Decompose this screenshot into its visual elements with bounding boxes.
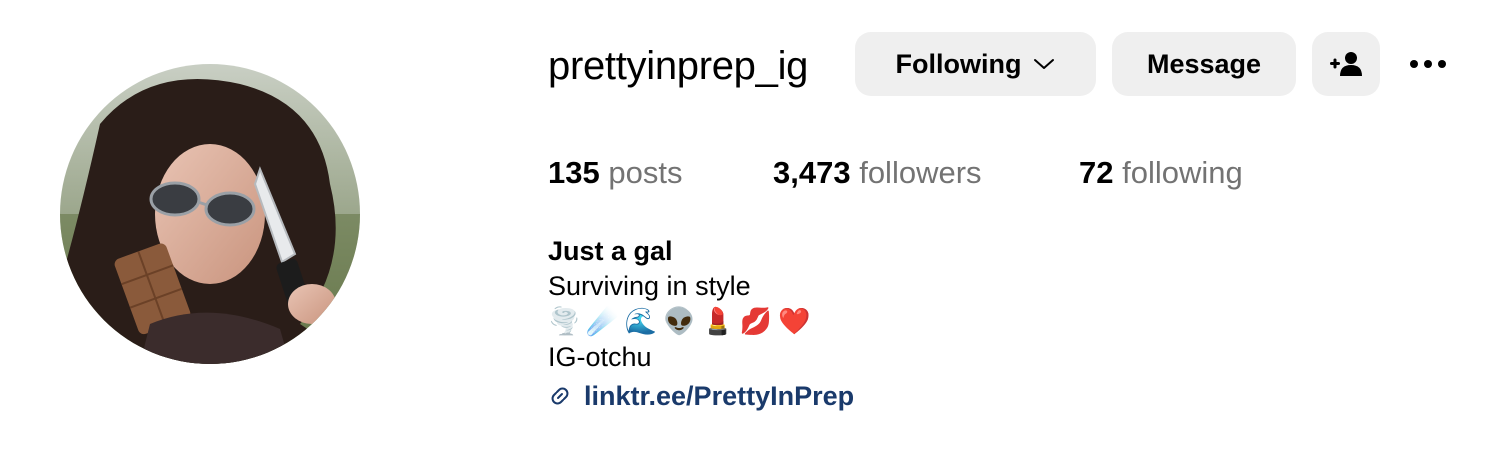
- following-number: 72: [1079, 155, 1114, 190]
- kiss-mark-emoji: 💋: [739, 307, 773, 337]
- comet-emoji: ☄️: [586, 307, 619, 337]
- avatar-image: [60, 64, 360, 364]
- following-button[interactable]: Following: [855, 32, 1096, 96]
- posts-number: 135: [548, 155, 600, 190]
- chevron-down-icon: [1033, 57, 1055, 71]
- bio-name: Just a gal: [548, 236, 673, 266]
- followers-label: followers: [859, 155, 982, 190]
- profile-bio: Just a gal Surviving in style 🌪️ ☄️ 🌊 👽 …: [548, 234, 854, 415]
- more-horizontal-icon: [1410, 60, 1446, 68]
- alien-emoji: 👽: [663, 307, 696, 337]
- person-add-icon: [1329, 51, 1363, 77]
- suggested-accounts-button[interactable]: [1312, 32, 1380, 96]
- followers-link[interactable]: 3,473 followers: [773, 152, 982, 194]
- following-button-label: Following: [895, 48, 1022, 79]
- following-label: following: [1122, 155, 1243, 190]
- bio-line-1: Surviving in style: [548, 271, 751, 301]
- message-button[interactable]: Message: [1112, 32, 1296, 96]
- tornado-emoji: 🌪️: [548, 307, 581, 337]
- posts-label: posts: [608, 155, 683, 190]
- wave-emoji: 🌊: [624, 307, 658, 337]
- bio-emoji-row: 🌪️ ☄️ 🌊 👽 💄 💋 ❤️: [548, 304, 854, 340]
- bio-link-text[interactable]: linktr.ee/PrettyInPrep: [584, 379, 854, 414]
- red-heart-emoji: ❤️: [778, 307, 811, 337]
- lipstick-emoji: 💄: [701, 307, 734, 337]
- avatar[interactable]: [60, 64, 360, 364]
- message-button-label: Message: [1146, 48, 1262, 79]
- bio-line-2: IG-otchu: [548, 342, 652, 372]
- following-link[interactable]: 72 following: [1079, 152, 1243, 194]
- username: prettyinprep_ig: [548, 44, 809, 88]
- posts-count: 135 posts: [548, 152, 682, 194]
- bio-link[interactable]: linktr.ee/PrettyInPrep: [548, 377, 854, 415]
- more-options-button[interactable]: [1400, 32, 1456, 96]
- followers-number: 3,473: [773, 155, 851, 190]
- link-icon: [548, 384, 572, 408]
